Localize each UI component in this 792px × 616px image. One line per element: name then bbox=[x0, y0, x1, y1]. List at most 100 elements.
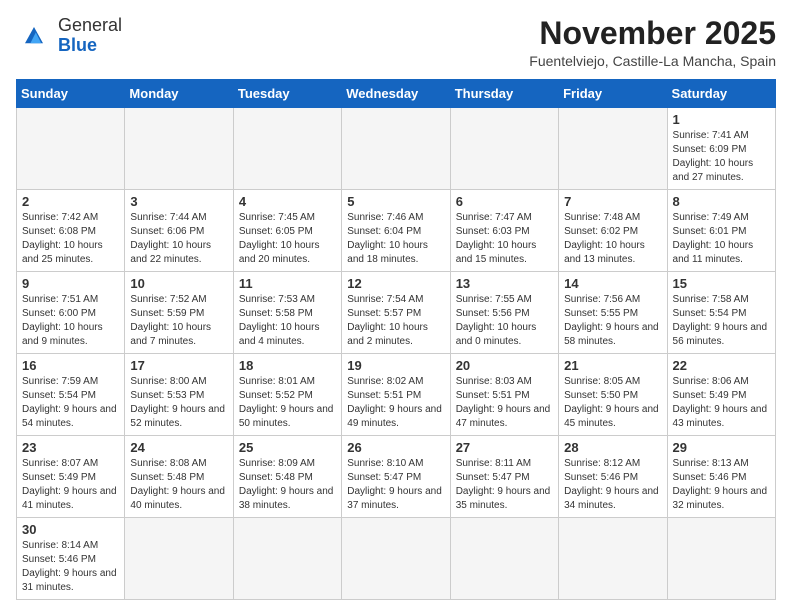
calendar-title: November 2025 bbox=[529, 16, 776, 51]
day-info: Sunrise: 7:52 AM Sunset: 5:59 PM Dayligh… bbox=[130, 293, 227, 349]
day-info: Sunrise: 8:02 AM Sunset: 5:51 PM Dayligh… bbox=[347, 375, 444, 431]
calendar-cell: 30 Sunrise: 8:14 AM Sunset: 5:46 PM Dayli… bbox=[17, 518, 125, 600]
day-number: 5 bbox=[347, 194, 444, 209]
calendar-cell: 6Sunrise: 7:47 AM Sunset: 6:03 PM Daylig… bbox=[450, 190, 558, 272]
day-info: Sunrise: 7:58 AM Sunset: 5:54 PM Dayligh… bbox=[673, 293, 770, 349]
logo: General Blue bbox=[16, 16, 122, 56]
day-info: Sunrise: 7:46 AM Sunset: 6:04 PM Dayligh… bbox=[347, 211, 444, 267]
calendar-cell: 7Sunrise: 7:48 AM Sunset: 6:02 PM Daylig… bbox=[559, 190, 667, 272]
day-info: Sunrise: 8:01 AM Sunset: 5:52 PM Dayligh… bbox=[239, 375, 336, 431]
day-number: 27 bbox=[456, 440, 553, 455]
calendar-cell: 9 Sunrise: 7:51 AM Sunset: 6:00 PM Daylig… bbox=[17, 272, 125, 354]
calendar-cell bbox=[125, 518, 233, 600]
calendar-cell: 12Sunrise: 7:54 AM Sunset: 5:57 PM Dayli… bbox=[342, 272, 450, 354]
weekday-header-sunday: Sunday bbox=[17, 80, 125, 108]
calendar-cell bbox=[233, 518, 341, 600]
day-info: Sunrise: 8:07 AM Sunset: 5:49 PM Dayligh… bbox=[22, 457, 119, 513]
day-number: 4 bbox=[239, 194, 336, 209]
calendar-cell: 13 Sunrise: 7:55 AM Sunset: 5:56 PM Dayli… bbox=[450, 272, 558, 354]
weekday-header-tuesday: Tuesday bbox=[233, 80, 341, 108]
calendar-cell bbox=[342, 108, 450, 190]
day-number: 21 bbox=[564, 358, 661, 373]
day-info: Sunrise: 7:45 AM Sunset: 6:05 PM Dayligh… bbox=[239, 211, 336, 267]
calendar-cell bbox=[17, 108, 125, 190]
calendar-cell: 17Sunrise: 8:00 AM Sunset: 5:53 PM Dayli… bbox=[125, 354, 233, 436]
calendar-cell: 18 Sunrise: 8:01 AM Sunset: 5:52 PM Dayli… bbox=[233, 354, 341, 436]
day-info: Sunrise: 7:51 AM Sunset: 6:00 PM Dayligh… bbox=[22, 293, 119, 349]
day-info: Sunrise: 8:12 AM Sunset: 5:46 PM Dayligh… bbox=[564, 457, 661, 513]
day-info: Sunrise: 7:55 AM Sunset: 5:56 PM Dayligh… bbox=[456, 293, 553, 349]
generalblue-logo-icon bbox=[16, 18, 52, 54]
day-info: Sunrise: 8:10 AM Sunset: 5:47 PM Dayligh… bbox=[347, 457, 444, 513]
day-number: 11 bbox=[239, 276, 336, 291]
day-number: 9 bbox=[22, 276, 119, 291]
day-info: Sunrise: 8:05 AM Sunset: 5:50 PM Dayligh… bbox=[564, 375, 661, 431]
calendar-week-row: 9 Sunrise: 7:51 AM Sunset: 6:00 PM Daylig… bbox=[17, 272, 776, 354]
day-info: Sunrise: 7:56 AM Sunset: 5:55 PM Dayligh… bbox=[564, 293, 661, 349]
day-info: Sunrise: 7:54 AM Sunset: 5:57 PM Dayligh… bbox=[347, 293, 444, 349]
logo-text: General Blue bbox=[58, 16, 122, 56]
calendar-body: 1Sunrise: 7:41 AM Sunset: 6:09 PM Daylig… bbox=[17, 108, 776, 600]
calendar-week-row: 30 Sunrise: 8:14 AM Sunset: 5:46 PM Dayli… bbox=[17, 518, 776, 600]
weekday-header-saturday: Saturday bbox=[667, 80, 775, 108]
calendar-week-row: 1Sunrise: 7:41 AM Sunset: 6:09 PM Daylig… bbox=[17, 108, 776, 190]
calendar-cell: 26 Sunrise: 8:10 AM Sunset: 5:47 PM Dayli… bbox=[342, 436, 450, 518]
day-number: 22 bbox=[673, 358, 770, 373]
weekday-header-monday: Monday bbox=[125, 80, 233, 108]
calendar-week-row: 2 Sunrise: 7:42 AM Sunset: 6:08 PM Daylig… bbox=[17, 190, 776, 272]
calendar-cell: 4 Sunrise: 7:45 AM Sunset: 6:05 PM Daylig… bbox=[233, 190, 341, 272]
page-header: General Blue November 2025 Fuentelviejo,… bbox=[16, 16, 776, 69]
calendar-cell: 24 Sunrise: 8:08 AM Sunset: 5:48 PM Dayli… bbox=[125, 436, 233, 518]
calendar-cell: 2 Sunrise: 7:42 AM Sunset: 6:08 PM Daylig… bbox=[17, 190, 125, 272]
calendar-cell: 16 Sunrise: 7:59 AM Sunset: 5:54 PM Dayli… bbox=[17, 354, 125, 436]
day-number: 15 bbox=[673, 276, 770, 291]
weekday-header-thursday: Thursday bbox=[450, 80, 558, 108]
day-info: Sunrise: 7:59 AM Sunset: 5:54 PM Dayligh… bbox=[22, 375, 119, 431]
day-number: 19 bbox=[347, 358, 444, 373]
day-info: Sunrise: 7:44 AM Sunset: 6:06 PM Dayligh… bbox=[130, 211, 227, 267]
day-number: 20 bbox=[456, 358, 553, 373]
day-info: Sunrise: 7:49 AM Sunset: 6:01 PM Dayligh… bbox=[673, 211, 770, 267]
calendar-cell: 22 Sunrise: 8:06 AM Sunset: 5:49 PM Dayli… bbox=[667, 354, 775, 436]
day-info: Sunrise: 8:14 AM Sunset: 5:46 PM Dayligh… bbox=[22, 539, 119, 595]
calendar-cell: 8 Sunrise: 7:49 AM Sunset: 6:01 PM Daylig… bbox=[667, 190, 775, 272]
weekday-header-wednesday: Wednesday bbox=[342, 80, 450, 108]
calendar-cell: 11Sunrise: 7:53 AM Sunset: 5:58 PM Dayli… bbox=[233, 272, 341, 354]
day-number: 23 bbox=[22, 440, 119, 455]
day-number: 24 bbox=[130, 440, 227, 455]
calendar-cell bbox=[233, 108, 341, 190]
calendar-cell: 1Sunrise: 7:41 AM Sunset: 6:09 PM Daylig… bbox=[667, 108, 775, 190]
day-number: 18 bbox=[239, 358, 336, 373]
day-number: 29 bbox=[673, 440, 770, 455]
calendar-cell: 14 Sunrise: 7:56 AM Sunset: 5:55 PM Dayli… bbox=[559, 272, 667, 354]
day-number: 26 bbox=[347, 440, 444, 455]
weekday-header-row: SundayMondayTuesdayWednesdayThursdayFrid… bbox=[17, 80, 776, 108]
calendar-cell bbox=[450, 108, 558, 190]
day-number: 16 bbox=[22, 358, 119, 373]
calendar-week-row: 23 Sunrise: 8:07 AM Sunset: 5:49 PM Dayli… bbox=[17, 436, 776, 518]
day-info: Sunrise: 7:42 AM Sunset: 6:08 PM Dayligh… bbox=[22, 211, 119, 267]
day-info: Sunrise: 8:06 AM Sunset: 5:49 PM Dayligh… bbox=[673, 375, 770, 431]
calendar-cell: 21 Sunrise: 8:05 AM Sunset: 5:50 PM Dayli… bbox=[559, 354, 667, 436]
day-number: 1 bbox=[673, 112, 770, 127]
calendar-subtitle: Fuentelviejo, Castille-La Mancha, Spain bbox=[529, 53, 776, 69]
day-info: Sunrise: 8:08 AM Sunset: 5:48 PM Dayligh… bbox=[130, 457, 227, 513]
day-info: Sunrise: 8:09 AM Sunset: 5:48 PM Dayligh… bbox=[239, 457, 336, 513]
day-number: 2 bbox=[22, 194, 119, 209]
day-number: 13 bbox=[456, 276, 553, 291]
calendar-cell: 19 Sunrise: 8:02 AM Sunset: 5:51 PM Dayli… bbox=[342, 354, 450, 436]
day-number: 28 bbox=[564, 440, 661, 455]
day-info: Sunrise: 8:11 AM Sunset: 5:47 PM Dayligh… bbox=[456, 457, 553, 513]
calendar-cell: 25Sunrise: 8:09 AM Sunset: 5:48 PM Dayli… bbox=[233, 436, 341, 518]
day-info: Sunrise: 8:00 AM Sunset: 5:53 PM Dayligh… bbox=[130, 375, 227, 431]
day-number: 30 bbox=[22, 522, 119, 537]
day-number: 14 bbox=[564, 276, 661, 291]
day-number: 8 bbox=[673, 194, 770, 209]
calendar-cell bbox=[667, 518, 775, 600]
calendar-cell: 27 Sunrise: 8:11 AM Sunset: 5:47 PM Dayli… bbox=[450, 436, 558, 518]
calendar-cell bbox=[450, 518, 558, 600]
calendar-cell: 15 Sunrise: 7:58 AM Sunset: 5:54 PM Dayli… bbox=[667, 272, 775, 354]
calendar-week-row: 16 Sunrise: 7:59 AM Sunset: 5:54 PM Dayli… bbox=[17, 354, 776, 436]
calendar-table: SundayMondayTuesdayWednesdayThursdayFrid… bbox=[16, 79, 776, 600]
day-info: Sunrise: 7:47 AM Sunset: 6:03 PM Dayligh… bbox=[456, 211, 553, 267]
